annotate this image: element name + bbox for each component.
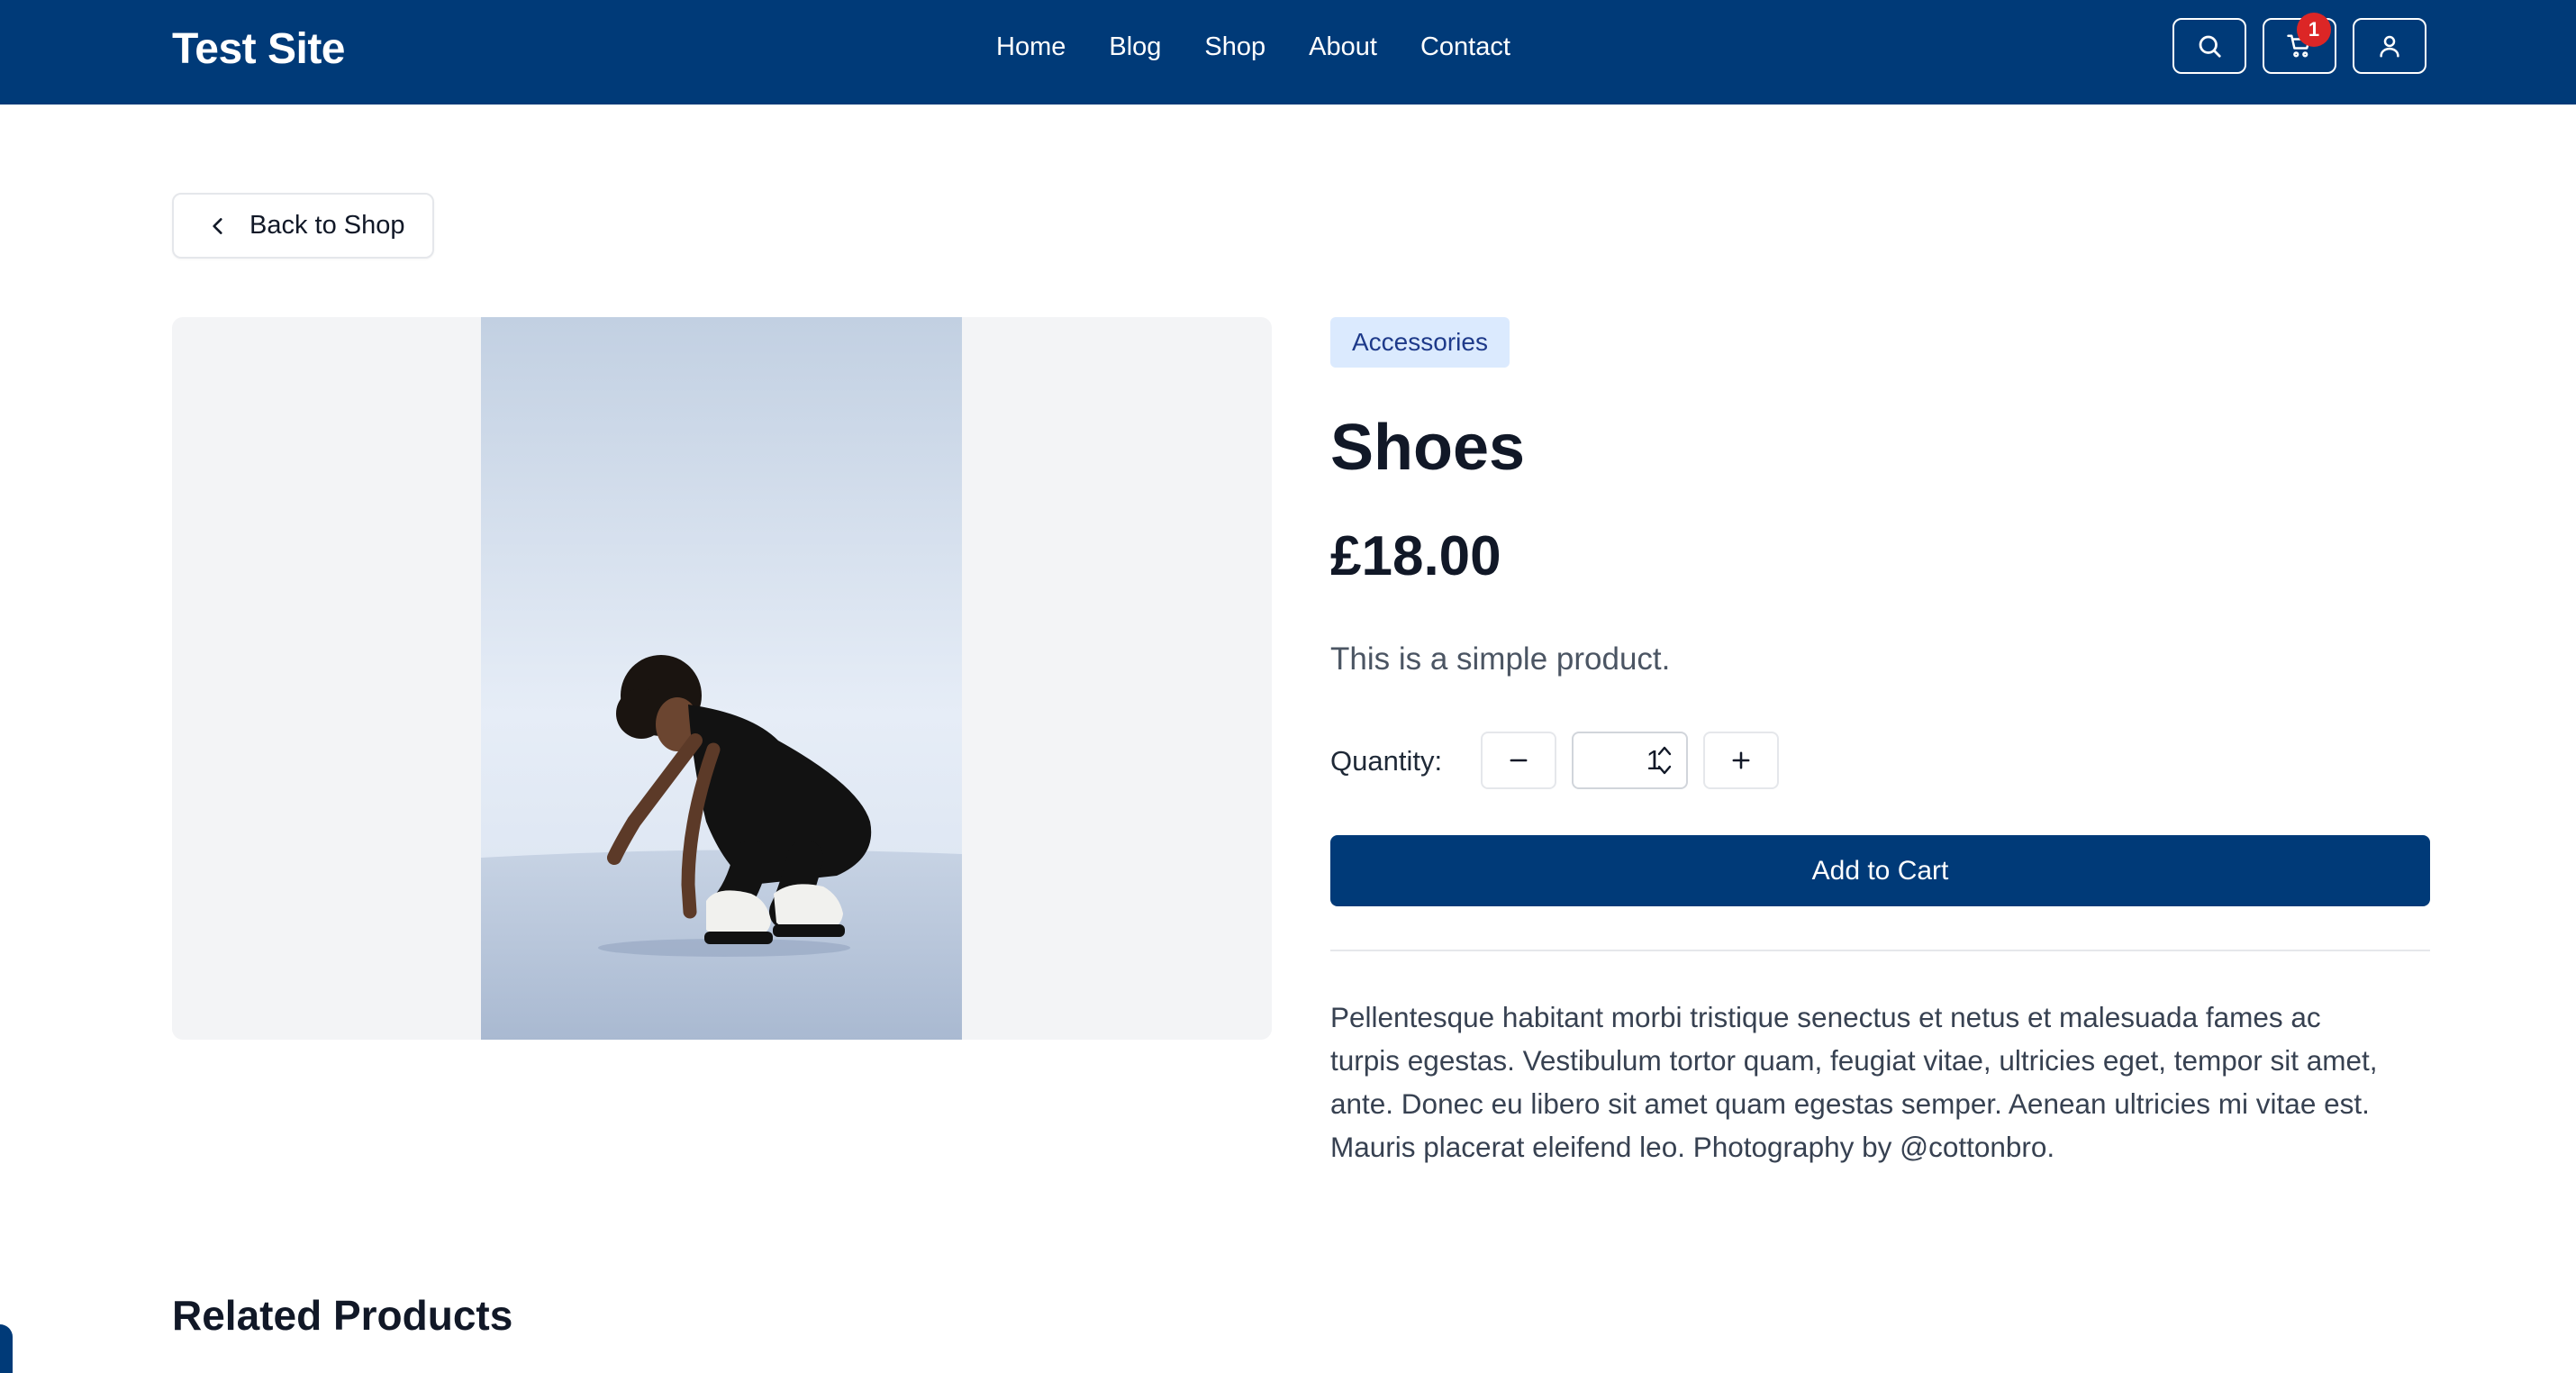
product-price: £18.00: [1330, 525, 1501, 587]
site-title[interactable]: Test Site: [172, 23, 346, 77]
search-button[interactable]: [2172, 18, 2246, 74]
nav-home[interactable]: Home: [996, 25, 1066, 68]
product-image-panel: [172, 317, 1272, 1040]
cart-count-badge: 1: [2297, 13, 2331, 47]
main-nav: Home Blog Shop About Contact: [996, 25, 1510, 68]
quantity-decrease-button[interactable]: [1481, 732, 1556, 789]
section-divider: [1330, 950, 2430, 951]
category-tag[interactable]: Accessories: [1330, 317, 1510, 368]
plus-icon: [1732, 751, 1750, 769]
corner-accent: [0, 1324, 13, 1373]
add-to-cart-button[interactable]: Add to Cart: [1330, 835, 2430, 906]
related-products-heading: Related Products: [172, 1292, 513, 1339]
product-short-description: This is a simple product.: [1330, 641, 1671, 677]
account-button[interactable]: [2353, 18, 2426, 74]
quantity-value: 1: [1646, 744, 1662, 776]
product-title: Shoes: [1330, 412, 1526, 484]
nav-contact[interactable]: Contact: [1420, 25, 1510, 68]
quantity-increase-button[interactable]: [1703, 732, 1779, 789]
search-icon: [2199, 35, 2221, 58]
nav-shop[interactable]: Shop: [1204, 25, 1265, 68]
site-header: Test Site Home Blog Shop About Contact 1: [0, 0, 2576, 105]
quantity-input[interactable]: 1: [1572, 732, 1688, 789]
product-long-description: Pellentesque habitant morbi tristique se…: [1330, 1001, 2378, 1163]
product-photo: [481, 317, 962, 1040]
user-icon: [2380, 35, 2399, 58]
chevron-left-icon: [213, 217, 222, 234]
nav-blog[interactable]: Blog: [1109, 25, 1161, 68]
spinner-arrows-icon[interactable]: [1655, 742, 1673, 778]
back-to-shop-label: Back to Shop: [249, 211, 405, 240]
cart-button[interactable]: 1: [2263, 13, 2336, 74]
back-to-shop-button[interactable]: Back to Shop: [172, 193, 434, 259]
quantity-label: Quantity:: [1330, 745, 1443, 777]
nav-about[interactable]: About: [1309, 25, 1377, 68]
product-photo-illustration: [481, 317, 962, 1040]
minus-icon: [1510, 759, 1528, 762]
